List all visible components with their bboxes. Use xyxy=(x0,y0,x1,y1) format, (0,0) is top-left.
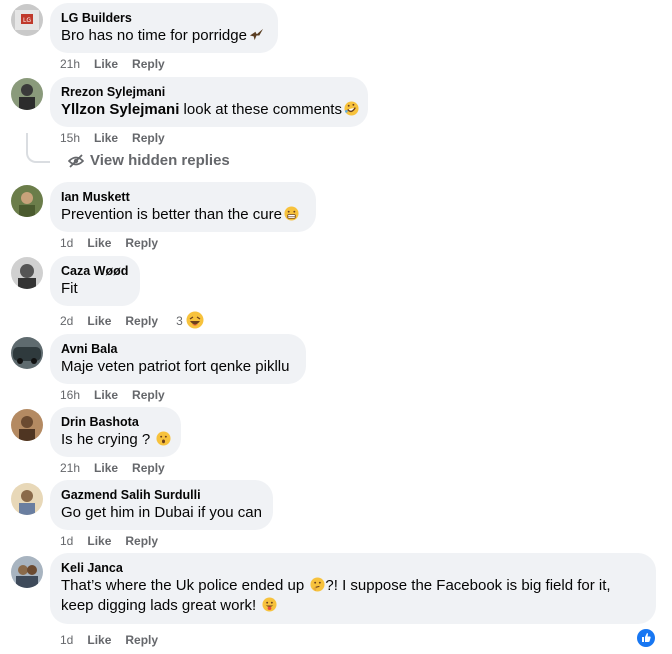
comment-actions: 1d Like Reply xyxy=(60,632,172,648)
comment-bubble: Avni Bala Maje veten patriot fort qenke … xyxy=(50,334,306,384)
mention-link[interactable]: Yllzon Sylejmani xyxy=(61,101,179,118)
comment-text: Go get him in Dubai if you can xyxy=(61,504,262,521)
hidden-replies-label: View hidden replies xyxy=(90,152,230,169)
comment-author[interactable]: LG Builders xyxy=(61,10,266,26)
reply-button[interactable]: Reply xyxy=(125,534,158,548)
comment-time[interactable]: 1d xyxy=(60,236,73,250)
comment-actions: 1d Like Reply xyxy=(60,235,172,251)
thumbs-up-icon xyxy=(642,633,651,642)
reply-button[interactable]: Reply xyxy=(132,131,165,145)
view-hidden-replies-button[interactable]: View hidden replies xyxy=(68,152,230,169)
like-button[interactable]: Like xyxy=(94,57,118,71)
comment-author[interactable]: Avni Bala xyxy=(61,341,294,357)
comment-bubble: Gazmend Salih Surdulli Go get him in Dub… xyxy=(50,480,273,530)
comment-bubble: Keli Janca That’s where the Uk police en… xyxy=(50,553,656,624)
comment-time[interactable]: 15h xyxy=(60,131,80,145)
comment-author[interactable]: Caza Wøød xyxy=(61,263,128,279)
comment-time[interactable]: 16h xyxy=(60,388,80,402)
comment-actions: 16h Like Reply xyxy=(60,387,179,403)
like-button[interactable]: Like xyxy=(87,314,111,328)
comment-author[interactable]: Ian Muskett xyxy=(61,189,304,205)
reaction-count[interactable]: 3 xyxy=(176,314,183,328)
comment-author[interactable]: Drin Bashota xyxy=(61,414,169,430)
rolling-laughing-emoji xyxy=(344,101,359,116)
grimacing-emoji xyxy=(284,206,299,221)
eagle-emoji xyxy=(249,28,263,41)
comment-actions: 1d Like Reply xyxy=(60,533,172,549)
like-reaction-icon[interactable] xyxy=(637,629,655,647)
comment-time[interactable]: 21h xyxy=(60,57,80,71)
comment-time[interactable]: 21h xyxy=(60,461,80,475)
comment-text: Fit xyxy=(61,280,78,297)
comment-author[interactable]: Gazmend Salih Surdulli xyxy=(61,487,261,503)
comment-time[interactable]: 1d xyxy=(60,534,73,548)
avatar[interactable] xyxy=(11,409,43,441)
avatar[interactable] xyxy=(11,78,43,110)
comment-bubble: Caza Wøød Fit xyxy=(50,256,140,306)
reply-button[interactable]: Reply xyxy=(125,314,158,328)
comment-text: Is he crying ? xyxy=(61,430,171,450)
hidden-eye-icon xyxy=(68,153,84,168)
comment-actions: 21h Like Reply xyxy=(60,460,179,476)
comment-actions: 21h Like Reply xyxy=(60,56,179,72)
like-button[interactable]: Like xyxy=(94,131,118,145)
comment-time[interactable]: 2d xyxy=(60,314,73,328)
like-button[interactable]: Like xyxy=(94,461,118,475)
comment-actions: 15h Like Reply xyxy=(60,130,179,146)
avatar[interactable] xyxy=(11,257,43,289)
comment-bubble: Drin Bashota Is he crying ? xyxy=(50,407,181,457)
svg-text:LG: LG xyxy=(23,17,31,24)
avatar[interactable] xyxy=(11,185,43,217)
reply-button[interactable]: Reply xyxy=(125,633,158,647)
reply-button[interactable]: Reply xyxy=(132,57,165,71)
avatar[interactable]: LG xyxy=(11,4,43,36)
avatar[interactable] xyxy=(11,556,43,588)
comment-text: Maje veten patriot fort qenke pikllu xyxy=(61,358,290,375)
comment-author[interactable]: Rrezon Sylejmani xyxy=(61,84,356,100)
hushed-emoji xyxy=(156,431,171,446)
like-button[interactable]: Like xyxy=(87,633,111,647)
comment-text: Bro has no time for porridge xyxy=(61,26,266,46)
comment-bubble: LG Builders Bro has no time for porridge xyxy=(50,3,278,53)
reply-button[interactable]: Reply xyxy=(132,388,165,402)
comment-text: Prevention is better than the cure xyxy=(61,205,304,225)
reply-button[interactable]: Reply xyxy=(132,461,165,475)
thread-connector xyxy=(26,133,50,163)
like-button[interactable]: Like xyxy=(87,236,111,250)
comment-author[interactable]: Keli Janca xyxy=(61,560,644,576)
comment-text: Yllzon Sylejmani look at these comments xyxy=(61,100,359,120)
reply-button[interactable]: Reply xyxy=(125,236,158,250)
thinking-emoji xyxy=(310,577,325,592)
comment-bubble: Ian Muskett Prevention is better than th… xyxy=(50,182,316,232)
comment-actions: 2d Like Reply 3 xyxy=(60,311,204,329)
like-button[interactable]: Like xyxy=(94,388,118,402)
haha-reaction-icon[interactable] xyxy=(186,311,204,329)
comment-bubble: Rrezon Sylejmani Yllzon Sylejmani look a… xyxy=(50,77,368,127)
tongue-out-emoji xyxy=(262,597,277,612)
like-button[interactable]: Like xyxy=(87,534,111,548)
comment-time[interactable]: 1d xyxy=(60,633,73,647)
comment-text: That’s where the Uk police ended up ?! I… xyxy=(61,577,611,614)
avatar[interactable] xyxy=(11,483,43,515)
avatar[interactable] xyxy=(11,337,43,369)
